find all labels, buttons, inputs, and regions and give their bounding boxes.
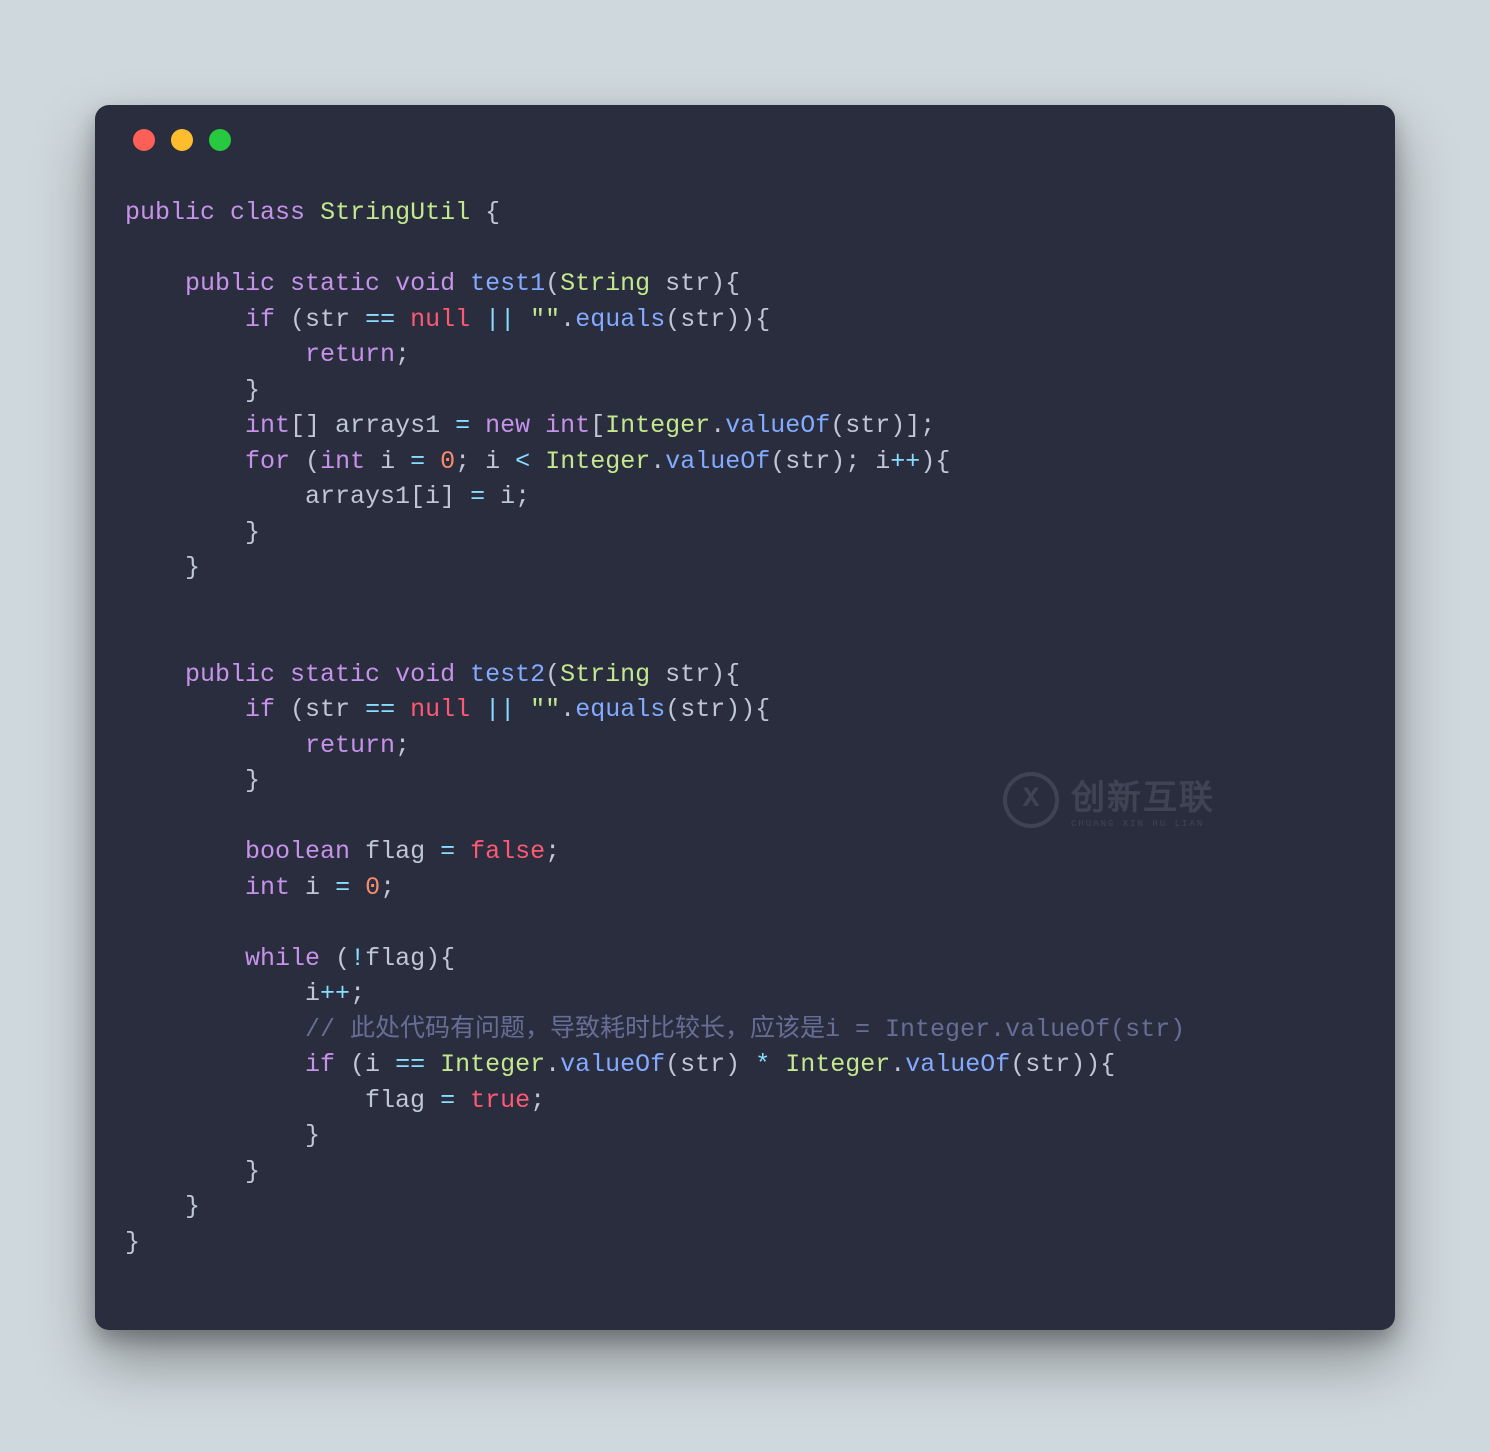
- code-token-fn: valueOf: [725, 411, 830, 440]
- code-token-kw: if: [305, 1050, 335, 1079]
- code-token-kw: int: [245, 411, 290, 440]
- code-token-kw: if: [245, 305, 275, 334]
- code-token-type: Integer: [545, 447, 650, 476]
- code-token-kw: return: [305, 731, 395, 760]
- code-token-op: !: [350, 944, 365, 973]
- code-token-op: =: [455, 411, 470, 440]
- code-token-op: ||: [485, 695, 515, 724]
- code-token-kw: return: [305, 340, 395, 369]
- window-titlebar: [95, 105, 1395, 175]
- code-token-type: Integer: [605, 411, 710, 440]
- code-token-num: 0: [365, 873, 380, 902]
- code-token-op: ++: [890, 447, 920, 476]
- code-token-kw: class: [230, 198, 305, 227]
- code-token-kw: static: [290, 660, 380, 689]
- code-token-kw: new: [485, 411, 530, 440]
- code-token-kw: void: [395, 660, 455, 689]
- code-token-op: =: [335, 873, 350, 902]
- code-token-kw: if: [245, 695, 275, 724]
- code-token-type: StringUtil: [320, 198, 470, 227]
- code-token-str: "": [530, 305, 560, 334]
- code-token-kw: public: [185, 660, 275, 689]
- code-token-str: "": [530, 695, 560, 724]
- code-token-kw: int: [245, 873, 290, 902]
- code-token-op: =: [440, 1086, 455, 1115]
- code-token-type: Integer: [440, 1050, 545, 1079]
- code-token-op: ||: [485, 305, 515, 334]
- code-token-kw: int: [320, 447, 365, 476]
- code-token-kw: while: [245, 944, 320, 973]
- code-token-op: ==: [365, 305, 395, 334]
- code-token-fn: equals: [575, 305, 665, 334]
- code-token-op: <: [515, 447, 530, 476]
- code-token-lit: true: [470, 1086, 530, 1115]
- code-token-kw: static: [290, 269, 380, 298]
- code-token-kw: void: [395, 269, 455, 298]
- code-token-kw: int: [545, 411, 590, 440]
- code-token-op: ==: [365, 695, 395, 724]
- zoom-icon[interactable]: [209, 129, 231, 151]
- code-token-kw: boolean: [245, 837, 350, 866]
- code-block: public class StringUtil { public static …: [95, 175, 1395, 1290]
- code-token-type: String: [560, 269, 650, 298]
- code-token-fn: valueOf: [665, 447, 770, 476]
- code-window: X 创新互联 CHUANG XIN HU LIAN public class S…: [95, 105, 1395, 1330]
- code-token-op: =: [470, 482, 485, 511]
- code-token-type: String: [560, 660, 650, 689]
- code-token-fn: test2: [470, 660, 545, 689]
- code-token-kw: public: [125, 198, 215, 227]
- code-token-op: ++: [320, 979, 350, 1008]
- code-token-cmt: // 此处代码有问题，导致耗时比较长，应该是i = Integer.valueO…: [305, 1015, 1185, 1044]
- minimize-icon[interactable]: [171, 129, 193, 151]
- close-icon[interactable]: [133, 129, 155, 151]
- code-token-fn: test1: [470, 269, 545, 298]
- code-token-op: =: [440, 837, 455, 866]
- code-token-fn: valueOf: [560, 1050, 665, 1079]
- code-token-fn: equals: [575, 695, 665, 724]
- code-token-kw: for: [245, 447, 290, 476]
- code-token-op: =: [410, 447, 425, 476]
- code-token-lit: null: [410, 695, 470, 724]
- code-token-fn: valueOf: [905, 1050, 1010, 1079]
- code-token-kw: public: [185, 269, 275, 298]
- code-token-op: ==: [395, 1050, 425, 1079]
- code-token-type: Integer: [785, 1050, 890, 1079]
- code-token-lit: false: [470, 837, 545, 866]
- code-token-num: 0: [440, 447, 455, 476]
- code-token-lit: null: [410, 305, 470, 334]
- code-token-op: *: [755, 1050, 770, 1079]
